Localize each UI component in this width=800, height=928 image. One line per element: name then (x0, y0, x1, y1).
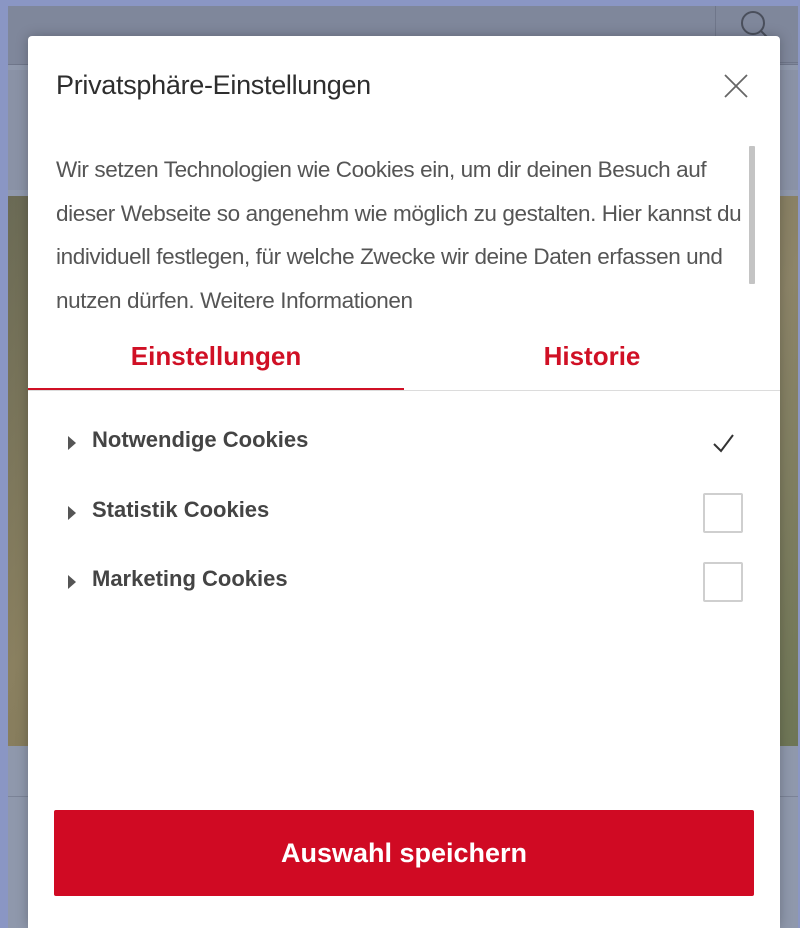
privacy-settings-dialog: Privatsphäre-Einstellungen Wir setzen Te… (28, 36, 780, 928)
cookie-category-label[interactable]: Statistik Cookies (92, 497, 269, 523)
cookie-row-notwendige[interactable]: Notwendige Cookies (28, 421, 780, 469)
cookie-row-statistik[interactable]: Statistik Cookies (28, 491, 780, 539)
dialog-title: Privatsphäre-Einstellungen (56, 70, 371, 100)
cookie-checkbox-marketing[interactable] (703, 562, 743, 602)
intro-scroll-area[interactable]: Wir setzen Technologien wie Cookies ein,… (56, 148, 756, 314)
close-icon (724, 74, 748, 98)
tab-einstellungen[interactable]: Einstellungen (28, 326, 404, 390)
intro-text: Wir setzen Technologien wie Cookies ein,… (56, 157, 742, 313)
expand-arrow-icon[interactable] (68, 575, 76, 589)
cookie-checkbox-statistik[interactable] (703, 493, 743, 533)
cookie-category-label[interactable]: Notwendige Cookies (92, 427, 308, 453)
intro-scrollbar[interactable] (749, 146, 755, 284)
save-selection-button[interactable]: Auswahl speichern (54, 810, 754, 896)
cookie-row-marketing[interactable]: Marketing Cookies (28, 560, 780, 608)
cookie-checkbox-notwendige (703, 423, 743, 463)
cookie-category-label[interactable]: Marketing Cookies (92, 566, 288, 592)
tab-historie[interactable]: Historie (404, 326, 780, 388)
expand-arrow-icon[interactable] (68, 436, 76, 450)
checkmark-icon (713, 434, 734, 453)
settings-tabs: Einstellungen Historie (28, 326, 780, 391)
close-button[interactable] (722, 72, 750, 100)
expand-arrow-icon[interactable] (68, 506, 76, 520)
